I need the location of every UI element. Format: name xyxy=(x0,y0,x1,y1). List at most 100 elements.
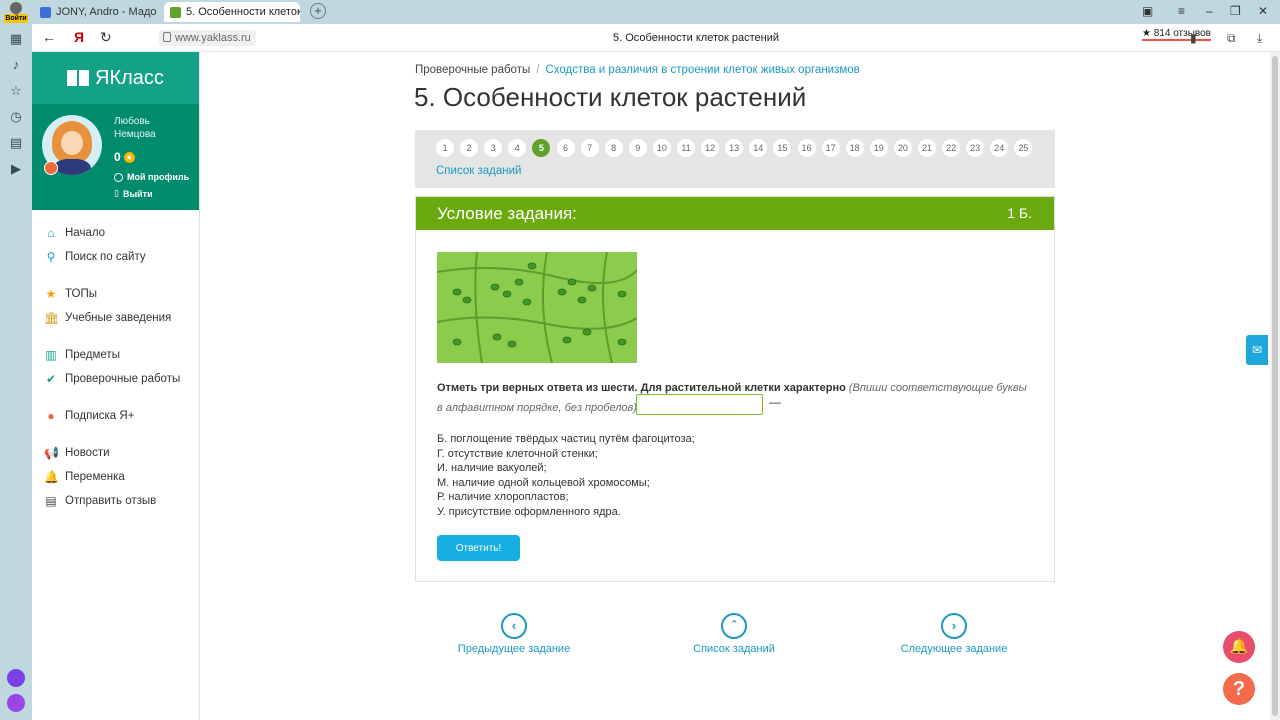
back-arrow-icon[interactable]: ← xyxy=(42,29,56,45)
history-icon[interactable]: ◷ xyxy=(9,110,23,124)
speaker-icon[interactable]: ◀ xyxy=(162,7,163,18)
submit-answer-button[interactable]: Ответить! xyxy=(437,535,520,561)
alice-icon[interactable] xyxy=(7,669,25,687)
page-19-button[interactable]: 19 xyxy=(869,139,888,157)
page-14-button[interactable]: 14 xyxy=(749,139,768,157)
sidebar-item-feedback[interactable]: ▤ Отправить отзыв xyxy=(44,494,156,508)
music-tab-favicon-icon xyxy=(40,6,51,18)
help-question-icon[interactable]: ? xyxy=(1223,673,1255,705)
yandex-logo-icon[interactable]: Я xyxy=(74,29,84,45)
tab-label: JONY, Andro - Мадо xyxy=(56,6,157,18)
page-scrollbar[interactable] xyxy=(1270,52,1280,720)
sidebar-item-label: Поиск по сайту xyxy=(65,251,146,263)
check-circle-icon: ✔ xyxy=(45,372,57,386)
chevron-right-icon: › xyxy=(941,613,967,639)
sidebar-item-search[interactable]: ⚲ Поиск по сайту xyxy=(44,250,146,264)
new-tab-button[interactable]: + xyxy=(310,3,326,19)
page-8-button[interactable]: 8 xyxy=(604,139,623,157)
page-23-button[interactable]: 23 xyxy=(966,139,985,157)
breadcrumb-root[interactable]: Проверочные работы xyxy=(415,64,530,76)
page-2-button[interactable]: 2 xyxy=(460,139,479,157)
breadcrumb-link[interactable]: Сходства и различия в строении клеток жи… xyxy=(545,64,859,76)
page-9-button[interactable]: 9 xyxy=(628,139,647,157)
close-window-icon[interactable]: ✕ xyxy=(1258,4,1268,18)
page-5-button[interactable]: 5 xyxy=(532,139,551,157)
collections-icon[interactable]: ▤ xyxy=(9,136,23,150)
page-16-button[interactable]: 16 xyxy=(797,139,816,157)
page-6-button[interactable]: 6 xyxy=(556,139,575,157)
notifications-bell-icon[interactable]: 🔔 xyxy=(1223,631,1255,663)
logout-link[interactable]: ▯ Выйти xyxy=(114,188,153,199)
page-7-button[interactable]: 7 xyxy=(580,139,599,157)
page-11-button[interactable]: 11 xyxy=(677,139,695,157)
page-21-button[interactable]: 21 xyxy=(918,139,936,157)
user-points: 0 ★ xyxy=(114,150,135,164)
sidebar-item-tests[interactable]: ✔ Проверочные работы xyxy=(44,372,180,386)
my-profile-link[interactable]: Мой профиль xyxy=(114,172,189,182)
page-17-button[interactable]: 17 xyxy=(821,139,840,157)
reviews-badge[interactable]: ★ 814 отзывов xyxy=(1142,28,1211,41)
restore-icon[interactable]: ❐ xyxy=(1230,4,1241,18)
sidebar-item-institutions[interactable]: 🏛 Учебные заведения xyxy=(44,311,171,325)
chevron-up-icon: ˆ xyxy=(721,613,747,639)
minimize-icon[interactable]: – xyxy=(1206,4,1213,18)
login-label: Войти xyxy=(4,14,28,23)
chevron-left-icon: ‹ xyxy=(501,613,527,639)
prev-task-label: Предыдущее задание xyxy=(457,643,571,655)
page-3-button[interactable]: 3 xyxy=(484,139,503,157)
user-name[interactable]: Любовь Немцова xyxy=(114,115,194,141)
bookmarks-icon[interactable]: ▣ xyxy=(1142,4,1153,18)
megaphone-icon: 📢 xyxy=(44,446,59,460)
url-field[interactable]: www.yaklass.ru xyxy=(159,30,256,46)
page-25-button[interactable]: 25 xyxy=(1014,139,1033,157)
prev-task-button[interactable]: ‹ Предыдущее задание xyxy=(434,613,594,655)
task-list-button[interactable]: ˆ Список заданий xyxy=(654,613,814,655)
page-20-button[interactable]: 20 xyxy=(893,139,912,157)
answer-input[interactable] xyxy=(636,394,763,415)
assistant-icon[interactable] xyxy=(7,694,25,712)
notification-bell-icon[interactable]: ♪ xyxy=(9,58,23,72)
option-item: У. присутствие оформленного ядра. xyxy=(437,505,621,518)
sidebar-item-break[interactable]: 🔔 Переменка xyxy=(44,470,125,484)
translate-icon[interactable]: ⧉ xyxy=(1227,31,1236,46)
page-18-button[interactable]: 18 xyxy=(845,139,864,157)
reload-icon[interactable]: ↻ xyxy=(100,29,112,46)
page-22-button[interactable]: 22 xyxy=(942,139,961,157)
page-13-button[interactable]: 13 xyxy=(725,139,744,157)
sidebar-item-news[interactable]: 📢 Новости xyxy=(44,446,110,460)
logo-text: ЯКласс xyxy=(95,66,164,89)
sidebar-item-label: Учебные заведения xyxy=(65,312,172,324)
favorites-star-icon[interactable]: ☆ xyxy=(9,84,23,98)
page-4-button[interactable]: 4 xyxy=(508,139,527,157)
sidebar-item-label: ТОПы xyxy=(65,288,97,300)
sidebar-item-tops[interactable]: ★ ТОПы xyxy=(44,287,97,301)
page-10-button[interactable]: 10 xyxy=(652,139,671,157)
page-24-button[interactable]: 24 xyxy=(990,139,1009,157)
tab-yaklass[interactable]: 5. Особенности клеток ✕ xyxy=(164,2,300,22)
page-12-button[interactable]: 12 xyxy=(701,139,720,157)
sidebar-item-subscription[interactable]: ● Подписка Я+ xyxy=(44,409,134,423)
grid-icon[interactable]: ▦ xyxy=(9,32,23,46)
subscription-icon: ● xyxy=(47,409,55,423)
page-1-button[interactable]: 1 xyxy=(436,139,454,157)
question-bold: Отметь три верных ответа из шести. Для р… xyxy=(437,382,846,394)
next-task-button[interactable]: › Следующее задание xyxy=(874,613,1034,655)
option-item: М. наличие одной кольцевой хромосомы; xyxy=(437,476,650,489)
page-15-button[interactable]: 15 xyxy=(773,139,792,157)
user-icon xyxy=(10,2,22,14)
mail-icon[interactable]: ✉ xyxy=(1246,335,1268,365)
tab-music[interactable]: JONY, Andro - Мадо ◀ xyxy=(34,2,162,22)
menu-icon[interactable]: ≡ xyxy=(1178,4,1185,18)
coin-star-icon: ★ xyxy=(123,151,135,163)
task-list-link[interactable]: Список заданий xyxy=(436,165,521,177)
video-icon[interactable]: ▶ xyxy=(9,162,23,176)
sidebar-item-home[interactable]: ⌂ Начало xyxy=(44,226,105,240)
download-icon[interactable]: ⤓ xyxy=(1257,31,1262,46)
bookmark-icon[interactable]: ▮ xyxy=(1190,31,1197,45)
subscription-badge-icon xyxy=(44,161,58,175)
site-logo[interactable]: ЯКласс xyxy=(32,52,199,104)
scrollbar-thumb[interactable] xyxy=(1272,56,1278,716)
sidebar-item-subjects[interactable]: ▥ Предметы xyxy=(44,348,120,362)
browser-login-button[interactable]: Войти xyxy=(4,2,28,23)
search-icon: ⚲ xyxy=(46,250,56,264)
